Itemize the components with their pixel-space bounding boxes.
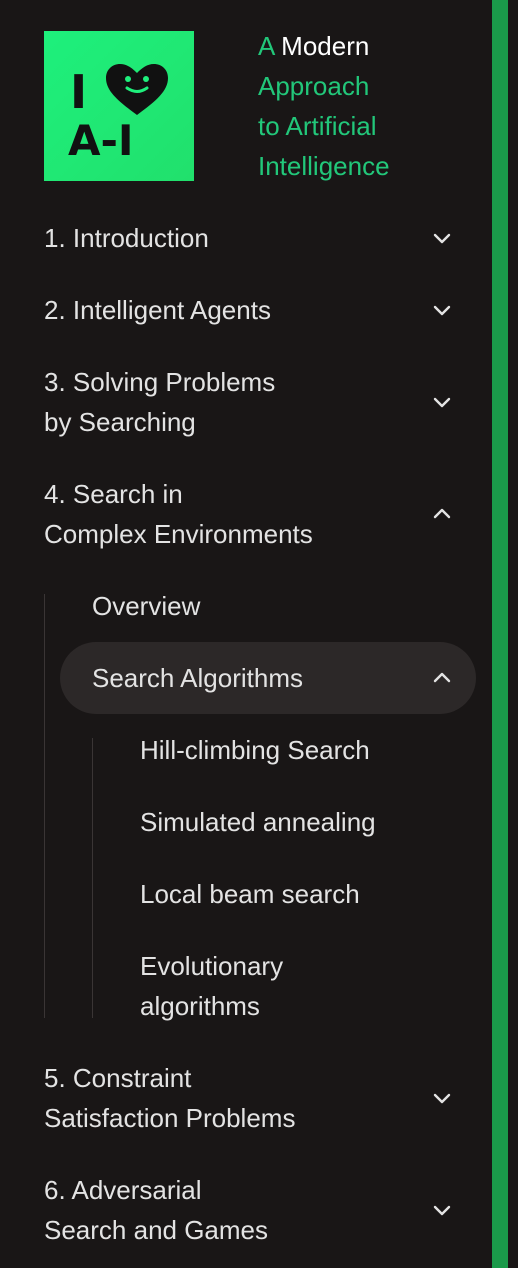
nav-subitem-hill-climbing[interactable]: Hill-climbing Search bbox=[140, 730, 370, 770]
nav-subitem-simulated-annealing[interactable]: Simulated annealing bbox=[140, 802, 376, 842]
nav-subitem-search-algorithms[interactable]: Search Algorithms bbox=[60, 642, 476, 714]
nav-item-label-line1: 5. Constraint bbox=[44, 1063, 192, 1093]
nav-item-solving-problems[interactable]: 3. Solving Problems by Searching bbox=[44, 362, 472, 442]
brand-header[interactable]: I A-I A Modern Approach to Artificial In… bbox=[44, 31, 464, 181]
nav-subitem-overview[interactable]: Overview bbox=[92, 586, 200, 626]
chevron-down-icon[interactable] bbox=[430, 226, 454, 250]
chevron-down-icon[interactable] bbox=[430, 1198, 454, 1222]
nav-item-label: 4. Search in Complex Environments bbox=[44, 474, 374, 554]
logo-i-text: I bbox=[70, 65, 87, 119]
i-love-ai-logo-icon: I A-I bbox=[68, 64, 168, 165]
nav-item-label: 2. Intelligent Agents bbox=[44, 295, 271, 325]
nav-item-label: 3. Solving Problems by Searching bbox=[44, 362, 374, 442]
tree-guide-line bbox=[44, 594, 45, 1018]
nav-item-introduction[interactable]: 1. Introduction bbox=[44, 218, 472, 258]
chevron-down-icon[interactable] bbox=[430, 390, 454, 414]
brand-title: A Modern Approach to Artificial Intellig… bbox=[258, 26, 458, 186]
nav-item-adversarial-search[interactable]: 6. Adversarial Search and Games bbox=[44, 1170, 472, 1250]
nav-item-label: 6. Adversarial Search and Games bbox=[44, 1170, 374, 1250]
heart-icon bbox=[106, 64, 168, 115]
nav-item-label-line2: Complex Environments bbox=[44, 519, 313, 549]
brand-title-to-artificial: to Artificial bbox=[258, 111, 377, 141]
brand-title-intelligence: Intelligence bbox=[258, 151, 390, 181]
nav-item-search-complex-environments[interactable]: 4. Search in Complex Environments bbox=[44, 474, 472, 554]
nav-subitem-label-line2: algorithms bbox=[140, 991, 260, 1021]
chevron-down-icon[interactable] bbox=[430, 1086, 454, 1110]
nav-subitem-label-line1: Evolutionary bbox=[140, 951, 284, 981]
nav-item-label-line2: Satisfaction Problems bbox=[44, 1103, 296, 1133]
nav-subitem-label: Search Algorithms bbox=[92, 663, 303, 693]
nav-item-intelligent-agents[interactable]: 2. Intelligent Agents bbox=[44, 290, 472, 330]
chevron-down-icon[interactable] bbox=[430, 298, 454, 322]
sidebar-nav: I A-I A Modern Approach to Artificial In… bbox=[0, 0, 492, 1268]
nav-item-label-line1: 3. Solving Problems bbox=[44, 367, 276, 397]
nav-subitem-evolutionary-algorithms[interactable]: Evolutionary algorithms bbox=[140, 946, 283, 1026]
logo: I A-I bbox=[44, 31, 194, 181]
brand-title-modern: Modern bbox=[281, 31, 370, 61]
brand-title-a: A bbox=[258, 31, 274, 61]
nav-item-label-line1: 6. Adversarial bbox=[44, 1175, 202, 1205]
nav-item-label-line2: Search and Games bbox=[44, 1215, 269, 1245]
nav-item-constraint-satisfaction[interactable]: 5. Constraint Satisfaction Problems bbox=[44, 1058, 472, 1138]
nav-item-label-line1: 4. Search in bbox=[44, 479, 183, 509]
nav-item-label: 5. Constraint Satisfaction Problems bbox=[44, 1058, 374, 1138]
nav-item-label-line2: by Searching bbox=[44, 407, 196, 437]
chevron-up-icon[interactable] bbox=[430, 502, 454, 526]
subtree-guide-line bbox=[92, 738, 93, 1018]
logo-ai-text: A-I bbox=[68, 116, 134, 165]
nav-subitem-local-beam-search[interactable]: Local beam search bbox=[140, 874, 360, 914]
scroll-accent-bar bbox=[492, 0, 508, 1268]
chevron-up-icon[interactable] bbox=[430, 666, 454, 690]
brand-title-approach: Approach bbox=[258, 71, 370, 101]
nav-item-label: 1. Introduction bbox=[44, 223, 209, 253]
